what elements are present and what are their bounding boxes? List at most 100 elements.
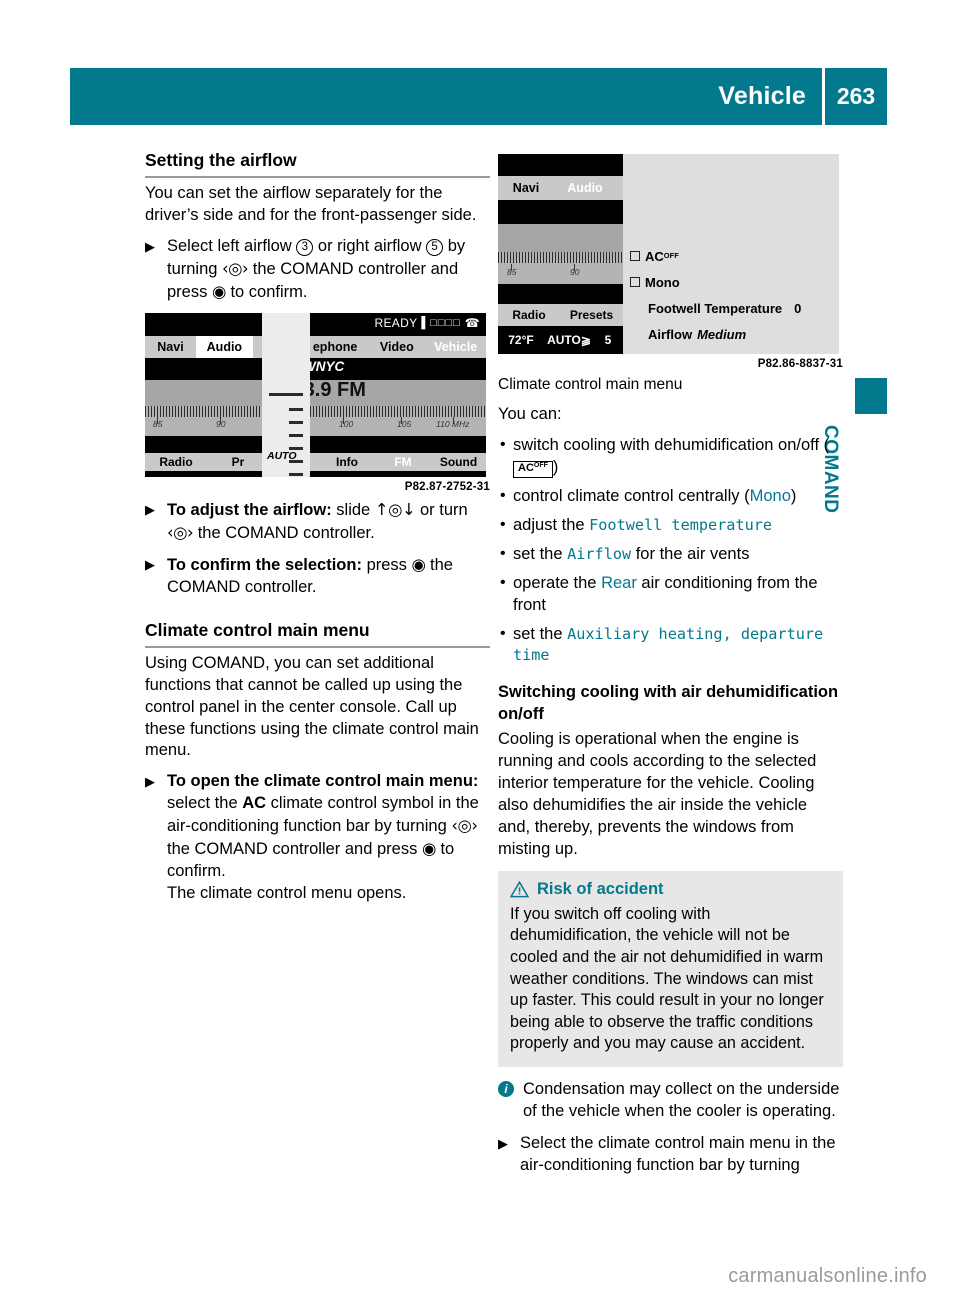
ac-left-airflow-icon[interactable]: ⫺ — [195, 476, 245, 477]
bullet-dot-icon: • — [500, 573, 506, 591]
screen-ac-function-bar[interactable]: 72°F ⫺ AC ✻ 1 ⫺ 72°F — [145, 470, 486, 477]
screen-main-tab-bar[interactable]: Navi Audio — [498, 176, 623, 200]
ui-term-airflow: Airflow — [567, 544, 632, 563]
bullet-set-airflow: • set the Airflow for the air vents — [498, 544, 843, 566]
ac-right-temp[interactable]: 72°F — [441, 476, 486, 477]
tab-audio[interactable]: Audio — [554, 181, 616, 195]
ac-inline-label: AC — [242, 794, 267, 813]
menu-item-mono[interactable]: Mono — [630, 275, 835, 290]
step-label-bold: To adjust the airflow: — [167, 500, 332, 519]
note-text: Condensation may collect on the undersid… — [523, 1079, 840, 1120]
scale-tick-85: 85 — [507, 267, 517, 277]
bullet-text-pre: switch cooling with dehumidification on/… — [513, 435, 830, 454]
scale-tick-90: 90 — [216, 418, 226, 429]
step-label-bold: To open the climate control main menu: — [167, 772, 479, 791]
you-can-label: You can: — [498, 405, 562, 423]
fnbar-presets[interactable]: Presets — [560, 308, 623, 322]
callout-number-3: 3 — [296, 239, 314, 256]
slider-handle[interactable] — [269, 392, 303, 396]
checkbox-icon[interactable] — [630, 251, 640, 261]
ac-fan-level[interactable]: 5 — [594, 333, 622, 347]
step-text-5: The climate control menu opens. — [167, 884, 407, 903]
bullet-dot-icon: • — [500, 624, 506, 642]
step-adjust-the-airflow: ▶ To adjust the airflow: slide ↑◎↓ or tu… — [145, 499, 490, 545]
screen-main-tab-bar[interactable]: Navi Audio ephone Video Vehicle — [145, 335, 486, 358]
right-column: Navi Audio 85 90 Radio Presets 72°F AUTO… — [498, 150, 843, 1185]
cooling-paragraph: Cooling is operational when the engine i… — [498, 730, 817, 858]
screen-band-black — [498, 284, 623, 304]
intro-paragraph: You can set the airflow separately for t… — [145, 184, 477, 225]
fnbar-radio[interactable]: Radio — [145, 455, 207, 469]
fnbar-fm[interactable]: FM — [375, 455, 431, 469]
fnbar-sound[interactable]: Sound — [431, 455, 486, 469]
turn-knob-icon: ‹◎› — [222, 258, 249, 278]
tab-navi[interactable]: Navi — [145, 340, 196, 354]
header-title-bar: Vehicle — [70, 68, 822, 125]
warning-body: If you switch off cooling with dehumidif… — [510, 904, 824, 1053]
tab-navi[interactable]: Navi — [498, 181, 554, 195]
menu-item-rear[interactable]: Rear ⫺⫺ — [630, 353, 835, 354]
callout-number-5: 5 — [426, 239, 444, 256]
bullet-dot-icon: • — [500, 486, 506, 504]
step-text-post3: to confirm. — [230, 282, 308, 301]
margin-tab-marker — [855, 378, 887, 414]
frequency-scale-ticks — [145, 405, 486, 417]
tab-vehicle[interactable]: Vehicle — [425, 340, 486, 354]
airflow-slider-overlay[interactable]: AUTO ✻ 7 — [262, 312, 310, 477]
bullet-adjust-footwell-temperature: • adjust the Footwell temperature — [498, 515, 843, 537]
figure-code-2: P82.86-8837-31 — [757, 358, 843, 370]
bullet-text-post: for the air vents — [631, 544, 750, 563]
screen-ac-function-bar[interactable]: 72°F AUTO⫺ 5 — [498, 326, 623, 354]
tab-audio[interactable]: Audio — [195, 335, 253, 358]
step-open-climate-control-main-menu: ▶ To open the climate control main menu:… — [145, 771, 490, 905]
step-text-pre: Select left airflow — [167, 237, 292, 255]
step-text: Select the climate control main menu in … — [520, 1133, 836, 1174]
menu-item-label: AC — [645, 249, 664, 264]
screen-band-black-2 — [145, 435, 486, 453]
menu-item-label: Airflow — [648, 327, 693, 342]
bullet-text-post: ) — [790, 486, 797, 505]
warning-header: Risk of accident — [510, 880, 831, 899]
menu-item-ac-off[interactable]: ACOFF — [630, 249, 835, 264]
step-select-climate-control-main-menu: ▶ Select the climate control main menu i… — [498, 1133, 843, 1177]
fnbar-presets[interactable]: Pr — [207, 455, 269, 469]
climate-menu-list[interactable]: ACOFF Mono Footwell Temperature 0 Airflo… — [630, 249, 835, 354]
fnbar-radio[interactable]: Radio — [498, 308, 560, 322]
screen-band-gray — [498, 224, 623, 252]
warning-box-risk-of-accident: Risk of accident If you switch off cooli… — [498, 870, 843, 1067]
ac-left-temp[interactable]: 72°F — [145, 476, 195, 477]
ac-fan-level[interactable]: ✻ 1 — [349, 476, 399, 477]
page-title: Vehicle — [718, 82, 806, 110]
menu-item-footwell-temperature[interactable]: Footwell Temperature 0 — [630, 301, 835, 316]
step-text-2: or turn — [419, 500, 468, 519]
step-text-1: slide — [336, 500, 371, 519]
menu-item-value: 0 — [794, 301, 802, 316]
menu-item-airflow[interactable]: Airflow Medium — [630, 327, 835, 342]
step-text-3: the COMAND controller and press — [167, 840, 418, 859]
step-text-1: select the — [167, 794, 238, 813]
ac-left-temp[interactable]: 72°F — [498, 333, 544, 347]
phone-icon: ☎ — [464, 315, 480, 330]
step-select-airflow: ▶ Select left airflow 3 or right airflow… — [145, 236, 490, 304]
checkbox-icon[interactable] — [630, 277, 640, 287]
tab-telephone[interactable]: ephone — [302, 340, 369, 354]
footer-watermark: carmanualsonline.info — [728, 1265, 927, 1287]
scale-tick-100: 100 — [339, 418, 354, 429]
scale-tick-105: 105 — [397, 418, 412, 429]
tab-video[interactable]: Video — [368, 340, 425, 354]
ui-term-footwell-temperature: Footwell temperature — [589, 515, 773, 534]
menu-item-value-icon: ⫺⫺ — [688, 353, 710, 354]
ui-term-mono: Mono — [749, 486, 791, 505]
ac-auto-airflow-icon[interactable]: AUTO⫺ — [544, 333, 594, 347]
screen-function-bar[interactable]: Radio Pr Info FM Sound — [145, 452, 486, 471]
press-knob-icon: ◉ — [411, 554, 426, 574]
menu-item-label: Mono — [645, 275, 680, 290]
warning-triangle-icon — [510, 880, 529, 898]
screen-function-bar[interactable]: Radio Presets — [498, 304, 623, 326]
ui-term-rear: Rear — [601, 573, 637, 592]
fnbar-info[interactable]: Info — [319, 455, 375, 469]
step-marker-icon: ▶ — [145, 501, 155, 517]
menu-item-sup: OFF — [663, 251, 679, 260]
ac-box-label: AC — [518, 461, 534, 474]
ac-right-airflow-icon[interactable]: ⫺ — [399, 476, 441, 477]
